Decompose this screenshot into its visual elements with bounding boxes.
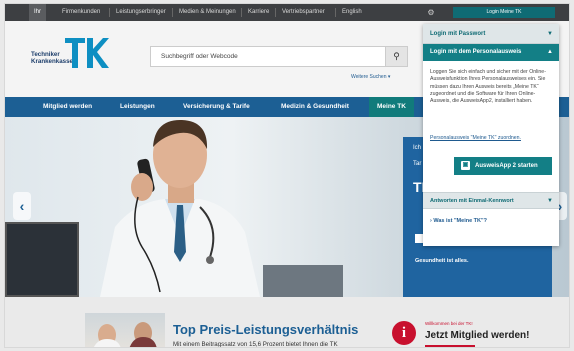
chevron-down-icon: ▼: [547, 31, 553, 37]
topnav-item-karriere[interactable]: Karriere: [243, 4, 274, 21]
login-dropdown: Login mit Passwort ▼ Login mit dem Perso…: [423, 24, 559, 246]
search-box[interactable]: Suchbegriff oder Webcode ⚲: [150, 46, 408, 67]
search-icon[interactable]: ⚲: [385, 47, 407, 66]
topnav-divider: [335, 8, 336, 17]
topnav-divider: [172, 8, 173, 17]
topnav-item-ihr[interactable]: Ihr: [29, 4, 47, 21]
monitor-image: [5, 222, 79, 297]
info-icon: i: [392, 321, 416, 345]
ausweisapp-start-label: AusweisApp 2 starten: [475, 163, 538, 169]
preis-leistung-heading[interactable]: Top Preis-Leistungsverhältnis: [173, 322, 358, 337]
gear-icon[interactable]: ⚙: [425, 7, 437, 18]
weitere-suchen-link[interactable]: Weitere Suchen ▾: [351, 74, 390, 80]
topnav-item-english[interactable]: English: [337, 4, 367, 21]
weitere-suchen-label: Weitere Suchen: [351, 74, 387, 80]
willkommen-text: Willkommen bei der TK!: [425, 321, 473, 326]
teaser-tagline: Gesundheit ist alles.: [415, 258, 469, 264]
nav-medizin-gesundheit[interactable]: Medizin & Gesundheit: [281, 97, 349, 117]
teaser-line-1: Ich: [413, 145, 422, 151]
chevron-down-icon: ▼: [547, 198, 553, 204]
id-card-icon: ▣: [461, 161, 470, 170]
einmal-kennwort-label: Antworten mit Einmal-Kennwort: [430, 198, 514, 204]
doctor-photo: [100, 119, 260, 297]
nav-versicherung-tarife[interactable]: Versicherung & Tarife: [183, 97, 250, 117]
nav-meine-tk[interactable]: Meine TK: [369, 97, 414, 117]
nav-leistungen[interactable]: Leistungen: [120, 97, 155, 117]
topnav-divider: [241, 8, 242, 17]
chevron-up-icon: ▲: [547, 49, 553, 55]
topnav-item-firmenkunden[interactable]: Firmenkunden: [57, 4, 105, 21]
login-meine-tk-button[interactable]: Login Meine TK: [453, 7, 555, 18]
login-personalausweis-label: Login mit dem Personalausweis: [430, 49, 522, 55]
topnav-item-leistungserbringer[interactable]: Leistungserbringer: [111, 4, 171, 21]
search-input[interactable]: Suchbegriff oder Webcode: [161, 47, 238, 67]
bottom-teaser-section: Top Preis-Leistungsverhältnis Mit einem …: [5, 297, 569, 348]
topnav-item-vertriebspartner[interactable]: Vertriebspartner: [277, 4, 330, 21]
einmal-kennwort-row[interactable]: Antworten mit Einmal-Kennwort ▼: [423, 192, 559, 209]
nav-mitglied-werden[interactable]: Mitglied werden: [43, 97, 92, 117]
personalausweis-description: Loggen Sie sich einfach und sicher mit d…: [430, 69, 546, 105]
browser-page: Ihr Firmenkunden Leistungserbringer Medi…: [4, 3, 570, 348]
login-passwort-label: Login mit Passwort: [430, 31, 486, 37]
topnav-divider: [275, 8, 276, 17]
personalausweis-zuordnen-link[interactable]: Personalausweis "Meine TK" zuordnen.: [430, 135, 521, 141]
login-passwort-row[interactable]: Login mit Passwort ▼: [423, 24, 559, 44]
slider-prev-arrow[interactable]: ‹: [13, 192, 31, 220]
was-ist-meine-tk-label: Was ist "Meine TK"?: [433, 218, 487, 224]
login-personalausweis-row[interactable]: Login mit dem Personalausweis ▲: [423, 44, 559, 61]
ausweisapp-start-button[interactable]: ▣ AusweisApp 2 starten: [454, 157, 552, 175]
tk-logo-icon[interactable]: [65, 38, 109, 68]
was-ist-meine-tk-link[interactable]: › Was ist "Meine TK"?: [430, 218, 487, 224]
mitglied-button[interactable]: [425, 345, 475, 347]
mitglied-werden-heading[interactable]: Jetzt Mitglied werden!: [425, 330, 529, 341]
preis-leistung-subtext: Mit einem Beitragssatz von 15,6 Prozent …: [173, 341, 338, 348]
topnav-item-medien[interactable]: Medien & Meinungen: [174, 4, 241, 21]
top-navigation: Ihr Firmenkunden Leistungserbringer Medi…: [5, 4, 569, 21]
teaser-line-2: Tar: [413, 161, 422, 167]
doctors-thumbnail-image: [85, 313, 165, 347]
topnav-divider: [109, 8, 110, 17]
